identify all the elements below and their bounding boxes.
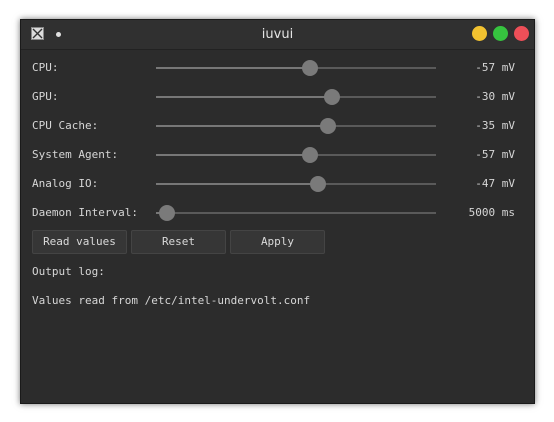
- slider-row-system-agent: System Agent: -57 mV: [21, 145, 534, 165]
- slider-label: GPU:: [32, 90, 59, 103]
- output-log-label: Output log:: [32, 265, 105, 278]
- slider-fill: [156, 183, 319, 185]
- slider-row-cpu: CPU: -57 mV: [21, 58, 534, 78]
- slider-value: 5000 ms: [468, 206, 515, 219]
- slider-row-cpu-cache: CPU Cache: -35 mV: [21, 116, 534, 136]
- slider-value: -57 mV: [475, 61, 515, 74]
- minimize-button[interactable]: [472, 26, 487, 41]
- slider-fill: [156, 67, 310, 69]
- slider-fill: [156, 154, 310, 156]
- slider-handle[interactable]: [310, 176, 327, 192]
- system-agent-offset-slider[interactable]: [156, 147, 436, 163]
- cpu-offset-slider[interactable]: [156, 60, 436, 76]
- reset-button[interactable]: Reset: [131, 230, 226, 254]
- output-log-message: Values read from /etc/intel-undervolt.co…: [32, 294, 311, 307]
- slider-fill: [156, 96, 333, 98]
- slider-handle[interactable]: [324, 89, 341, 105]
- slider-label: Daemon Interval:: [32, 206, 138, 219]
- cpu-cache-offset-slider[interactable]: [156, 118, 436, 134]
- apply-button[interactable]: Apply: [230, 230, 325, 254]
- slider-handle[interactable]: [302, 147, 318, 163]
- app-window: iuvui CPU: -57 mV GPU: -30 mV CPU Cache:: [20, 19, 535, 404]
- slider-row-daemon-interval: Daemon Interval: 5000 ms: [21, 203, 534, 223]
- window-title: iuvui: [261, 27, 294, 42]
- main-content: CPU: -57 mV GPU: -30 mV CPU Cache: -35 m…: [21, 50, 534, 403]
- slider-label: System Agent:: [32, 148, 119, 161]
- slider-row-analog-io: Analog IO: -47 mV: [21, 174, 534, 194]
- slider-row-gpu: GPU: -30 mV: [21, 87, 534, 107]
- close-button[interactable]: [514, 26, 529, 41]
- slider-label: CPU Cache:: [32, 119, 99, 132]
- slider-value: -30 mV: [475, 90, 515, 103]
- gpu-offset-slider[interactable]: [156, 89, 436, 105]
- maximize-button[interactable]: [493, 26, 508, 41]
- daemon-interval-slider[interactable]: [156, 205, 436, 221]
- analog-io-offset-slider[interactable]: [156, 176, 436, 192]
- slider-fill: [156, 125, 329, 127]
- slider-label: CPU:: [32, 61, 59, 74]
- slider-handle[interactable]: [302, 60, 318, 76]
- slider-handle[interactable]: [159, 205, 176, 221]
- slider-value: -35 mV: [475, 119, 515, 132]
- slider-value: -57 mV: [475, 148, 515, 161]
- slider-label: Analog IO:: [32, 177, 99, 190]
- read-values-button[interactable]: Read values: [32, 230, 127, 254]
- title-bar[interactable]: iuvui: [21, 20, 534, 50]
- slider-handle[interactable]: [320, 118, 337, 134]
- slider-value: -47 mV: [475, 177, 515, 190]
